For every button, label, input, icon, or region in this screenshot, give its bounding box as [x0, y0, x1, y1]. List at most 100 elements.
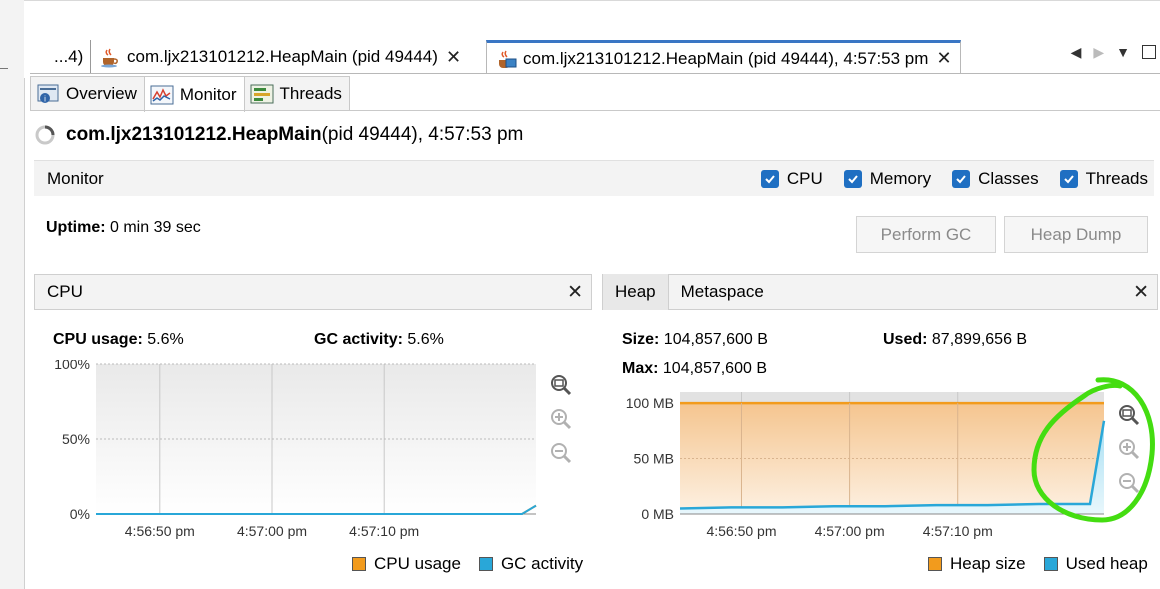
sub-tab-underline: [30, 110, 1160, 111]
gc-activity-value: 5.6%: [402, 331, 444, 348]
left-divider: [24, 78, 25, 589]
zoom-fit-icon[interactable]: [549, 373, 573, 397]
doc-tab-heapmain-snapshot[interactable]: com.ljx213101212.HeapMain (pid 49444), 4…: [486, 40, 961, 74]
heap-max-label: Max:: [622, 360, 659, 377]
cpu-panel-title: CPU: [47, 282, 83, 301]
monitor-checkboxes: CPU Memory Classes Threads: [740, 161, 1148, 197]
legend-heap-size-label: Heap size: [950, 554, 1026, 573]
close-icon[interactable]: ✕: [446, 47, 461, 68]
checkbox-checked-icon: [1059, 170, 1078, 188]
document-tab-bar: ...4) com.ljx213101212.HeapMain (pid 494…: [30, 0, 1160, 74]
doc-tab-heapmain[interactable]: com.ljx213101212.HeapMain (pid 49444) ✕: [90, 40, 469, 74]
heap-size-stat: Size: 104,857,600 B: [622, 331, 768, 349]
y-tick-label: 0%: [70, 506, 90, 522]
checkbox-memory-label: Memory: [869, 169, 932, 188]
close-icon[interactable]: ✕: [936, 48, 951, 69]
x-tick-label: 4:56:50 pm: [706, 523, 776, 539]
svg-text:i: i: [44, 94, 46, 103]
legend-gc-activity-label: GC activity: [500, 554, 584, 573]
cpu-usage-value: 5.6%: [142, 331, 184, 348]
maximize-icon[interactable]: [1142, 45, 1156, 59]
uptime-label: Uptime:: [46, 219, 106, 236]
cpu-usage-stat: CPU usage: 5.6%: [53, 331, 184, 349]
legend-used-heap: Used heap: [1043, 554, 1148, 574]
zoom-out-icon[interactable]: [549, 441, 573, 465]
checkbox-cpu[interactable]: CPU: [760, 169, 823, 189]
tab-navigation: ◀ ▶ ▼: [1071, 44, 1156, 61]
cpu-zoom-controls: [549, 373, 573, 465]
java-monitor-icon: [499, 50, 517, 68]
heap-legend: Heap size Used heap: [928, 554, 1148, 574]
heap-size-value: 104,857,600 B: [659, 331, 768, 348]
heap-panel-header: Heap Metaspace ✕: [602, 274, 1158, 310]
monitor-chart-icon: [150, 85, 174, 104]
checkbox-threads-label: Threads: [1085, 169, 1148, 188]
x-tick-label: 4:57:10 pm: [349, 523, 419, 539]
legend-cpu-usage: CPU usage: [352, 554, 461, 574]
loading-spinner-icon: [35, 125, 55, 145]
overview-icon: i: [37, 84, 59, 103]
tab-overview[interactable]: i Overview: [30, 76, 145, 110]
gc-activity-label: GC activity:: [314, 331, 403, 348]
cpu-panel-header: CPU ✕: [34, 274, 592, 310]
x-tick-label: 4:57:00 pm: [815, 523, 885, 539]
checkbox-classes-label: Classes: [978, 169, 1039, 188]
java-cup-icon: [101, 48, 118, 68]
y-tick-label: 0 MB: [641, 506, 674, 522]
heap-used-value: 87,899,656 B: [927, 331, 1028, 348]
title-process-name: com.ljx213101212.HeapMain: [66, 124, 322, 145]
legend-gc-activity: GC activity: [478, 554, 584, 574]
tab-overview-label: Overview: [66, 83, 137, 103]
tab-scroll-right-icon[interactable]: ▶: [1093, 44, 1104, 61]
tab-threads-label: Threads: [279, 83, 342, 103]
checkbox-cpu-label: CPU: [786, 169, 823, 188]
checkbox-checked-icon: [952, 170, 971, 188]
threads-icon: [250, 84, 274, 103]
checkbox-classes[interactable]: Classes: [952, 169, 1039, 189]
checkbox-checked-icon: [760, 170, 779, 188]
doc-tab-underline: [30, 73, 1160, 74]
monitor-header-bar: Monitor CPU Memory Classes Threads: [34, 160, 1154, 196]
doc-tab-truncated-label: ...4): [54, 47, 84, 66]
legend-swatch: [478, 557, 493, 571]
monitor-section-label: Monitor: [47, 168, 104, 188]
heap-used-label: Used:: [883, 331, 928, 348]
sub-tab-bar: i Overview Monitor Threads: [30, 76, 350, 112]
x-tick-label: 4:57:10 pm: [923, 523, 993, 539]
doc-tab-heapmain-label: com.ljx213101212.HeapMain (pid 49444): [127, 47, 438, 66]
gc-activity-stat: GC activity: 5.6%: [314, 331, 444, 349]
heap-max-value: 104,857,600 B: [658, 360, 767, 377]
checkbox-memory[interactable]: Memory: [843, 169, 932, 189]
close-icon[interactable]: ✕: [1133, 281, 1149, 304]
page-title: com.ljx213101212.HeapMain (pid 49444), 4…: [34, 124, 523, 146]
cpu-legend: CPU usage GC activity: [352, 554, 601, 574]
zoom-in-icon[interactable]: [549, 407, 573, 431]
legend-swatch: [928, 557, 942, 571]
perform-gc-button[interactable]: Perform GC: [856, 216, 996, 253]
legend-swatch: [352, 557, 366, 571]
y-tick-label: 100%: [54, 360, 90, 372]
cpu-usage-label: CPU usage:: [53, 331, 143, 348]
tab-monitor[interactable]: Monitor: [143, 76, 245, 112]
tab-metaspace[interactable]: Metaspace: [669, 274, 776, 310]
x-tick-label: 4:56:50 pm: [125, 523, 195, 539]
uptime-value: 0 min 39 sec: [105, 219, 201, 236]
checkbox-checked-icon: [843, 170, 862, 188]
tab-scroll-left-icon[interactable]: ◀: [1071, 44, 1082, 61]
tab-heap[interactable]: Heap: [603, 274, 669, 310]
y-tick-label: 50 MB: [634, 451, 674, 467]
legend-used-heap-label: Used heap: [1065, 554, 1148, 573]
heap-dump-button[interactable]: Heap Dump: [1004, 216, 1148, 253]
doc-tab-truncated[interactable]: ...4): [46, 40, 91, 74]
legend-cpu-usage-label: CPU usage: [374, 554, 461, 573]
heap-used-stat: Used: 87,899,656 B: [883, 331, 1027, 349]
tab-list-dropdown-icon[interactable]: ▼: [1116, 44, 1130, 61]
heap-size-label: Size:: [622, 331, 660, 348]
close-icon[interactable]: ✕: [567, 281, 583, 304]
checkbox-threads[interactable]: Threads: [1059, 169, 1148, 189]
heap-max-stat: Max: 104,857,600 B: [622, 360, 767, 378]
doc-tab-snapshot-label: com.ljx213101212.HeapMain (pid 49444), 4…: [523, 48, 929, 68]
y-tick-label: 50%: [62, 431, 90, 447]
legend-heap-size: Heap size: [928, 554, 1026, 574]
tab-threads[interactable]: Threads: [243, 76, 350, 110]
